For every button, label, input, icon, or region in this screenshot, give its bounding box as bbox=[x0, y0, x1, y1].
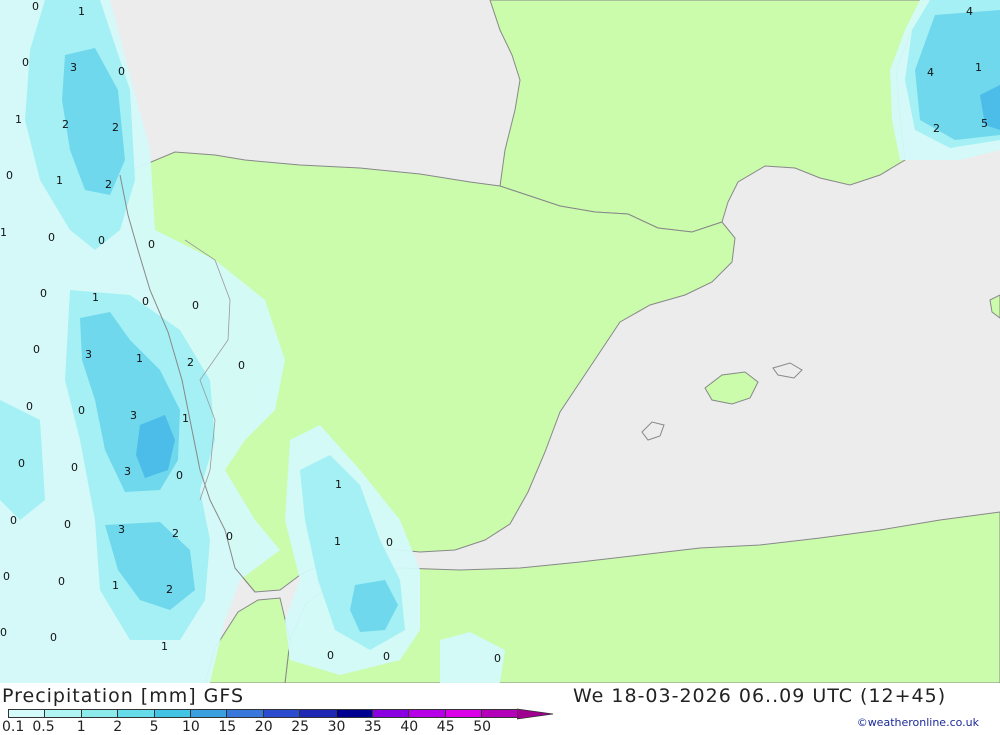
legend-swatch bbox=[226, 709, 264, 718]
map-label: 0 bbox=[327, 649, 334, 662]
map-label: 0 bbox=[48, 231, 55, 244]
map-label: 0 bbox=[238, 359, 245, 372]
map-label: 1 bbox=[334, 535, 341, 548]
map-label: 3 bbox=[85, 348, 92, 361]
legend-swatch bbox=[444, 709, 483, 718]
legend-swatch bbox=[262, 709, 301, 718]
map-label: 1 bbox=[975, 61, 982, 74]
map-label: 0 bbox=[192, 299, 199, 312]
map-label: 2 bbox=[187, 356, 194, 369]
map-label: 0 bbox=[386, 536, 393, 549]
forecast-time: We 18-03-2026 06..09 UTC (12+45) bbox=[573, 685, 947, 707]
map-label: 0 bbox=[3, 570, 10, 583]
map-label: 2 bbox=[62, 118, 69, 131]
legend-swatch bbox=[80, 709, 119, 718]
map-label: 1 bbox=[78, 5, 85, 18]
map-label: 0 bbox=[40, 287, 47, 300]
map-label: 0 bbox=[18, 457, 25, 470]
legend-swatch bbox=[481, 709, 519, 718]
map-label: 2 bbox=[172, 527, 179, 540]
map-label: 2 bbox=[105, 178, 112, 191]
map-label: 0 bbox=[33, 343, 40, 356]
map-label: 0 bbox=[118, 65, 125, 78]
map-label: 0 bbox=[64, 518, 71, 531]
map-label: 1 bbox=[92, 291, 99, 304]
legend-swatch bbox=[44, 709, 82, 718]
map-label: 0 bbox=[226, 530, 233, 543]
map-label: 0 bbox=[148, 238, 155, 251]
legend-swatch bbox=[153, 709, 191, 718]
credit-link[interactable]: ©weatheronline.co.uk bbox=[857, 716, 979, 729]
map-label: 1 bbox=[0, 226, 7, 239]
map-label: 0 bbox=[494, 652, 501, 665]
map-label: 1 bbox=[335, 478, 342, 491]
map-label: 0 bbox=[58, 575, 65, 588]
legend-swatch bbox=[335, 709, 373, 718]
map-label: 0 bbox=[71, 461, 78, 474]
legend-swatch bbox=[299, 709, 337, 718]
map-label: 1 bbox=[182, 412, 189, 425]
precipitation-map: 0 1 0 3 0 1 2 2 0 1 2 1 0 0 0 0 0 1 0 0 … bbox=[0, 0, 1000, 684]
legend-swatch bbox=[372, 709, 410, 718]
map-label: 1 bbox=[15, 113, 22, 126]
map-label: 5 bbox=[981, 117, 988, 130]
legend-swatch bbox=[408, 709, 446, 718]
map-label: 3 bbox=[70, 61, 77, 74]
map-footer: Precipitation [mm] GFS We 18-03-2026 06.… bbox=[0, 683, 1000, 735]
map-label: 0 bbox=[383, 650, 390, 663]
legend-swatch bbox=[8, 709, 46, 718]
map-label: 0 bbox=[26, 400, 33, 413]
map-title: Precipitation [mm] GFS bbox=[2, 685, 245, 707]
map-label: 0 bbox=[22, 56, 29, 69]
map-label: 0 bbox=[6, 169, 13, 182]
map-label: 1 bbox=[56, 174, 63, 187]
map-label: 1 bbox=[112, 579, 119, 592]
map-label: 0 bbox=[176, 469, 183, 482]
map-label: 0 bbox=[78, 404, 85, 417]
legend-swatch bbox=[117, 709, 155, 718]
map-label: 3 bbox=[124, 465, 131, 478]
legend-swatch bbox=[190, 709, 228, 718]
map-label: 4 bbox=[966, 5, 973, 18]
map-label: 0 bbox=[10, 514, 17, 527]
map-label: 0 bbox=[32, 0, 39, 13]
map-label: 3 bbox=[130, 409, 137, 422]
map-label: 1 bbox=[136, 352, 143, 365]
map-label: 0 bbox=[0, 626, 7, 639]
map-label: 1 bbox=[161, 640, 168, 653]
map-label: 4 bbox=[927, 66, 934, 79]
map-label: 0 bbox=[50, 631, 57, 644]
map-label: 2 bbox=[112, 121, 119, 134]
map-label: 0 bbox=[98, 234, 105, 247]
legend-arrow bbox=[516, 708, 553, 720]
map-label: 2 bbox=[166, 583, 173, 596]
map-label: 0 bbox=[142, 295, 149, 308]
map-label: 3 bbox=[118, 523, 125, 536]
map-label: 2 bbox=[933, 122, 940, 135]
